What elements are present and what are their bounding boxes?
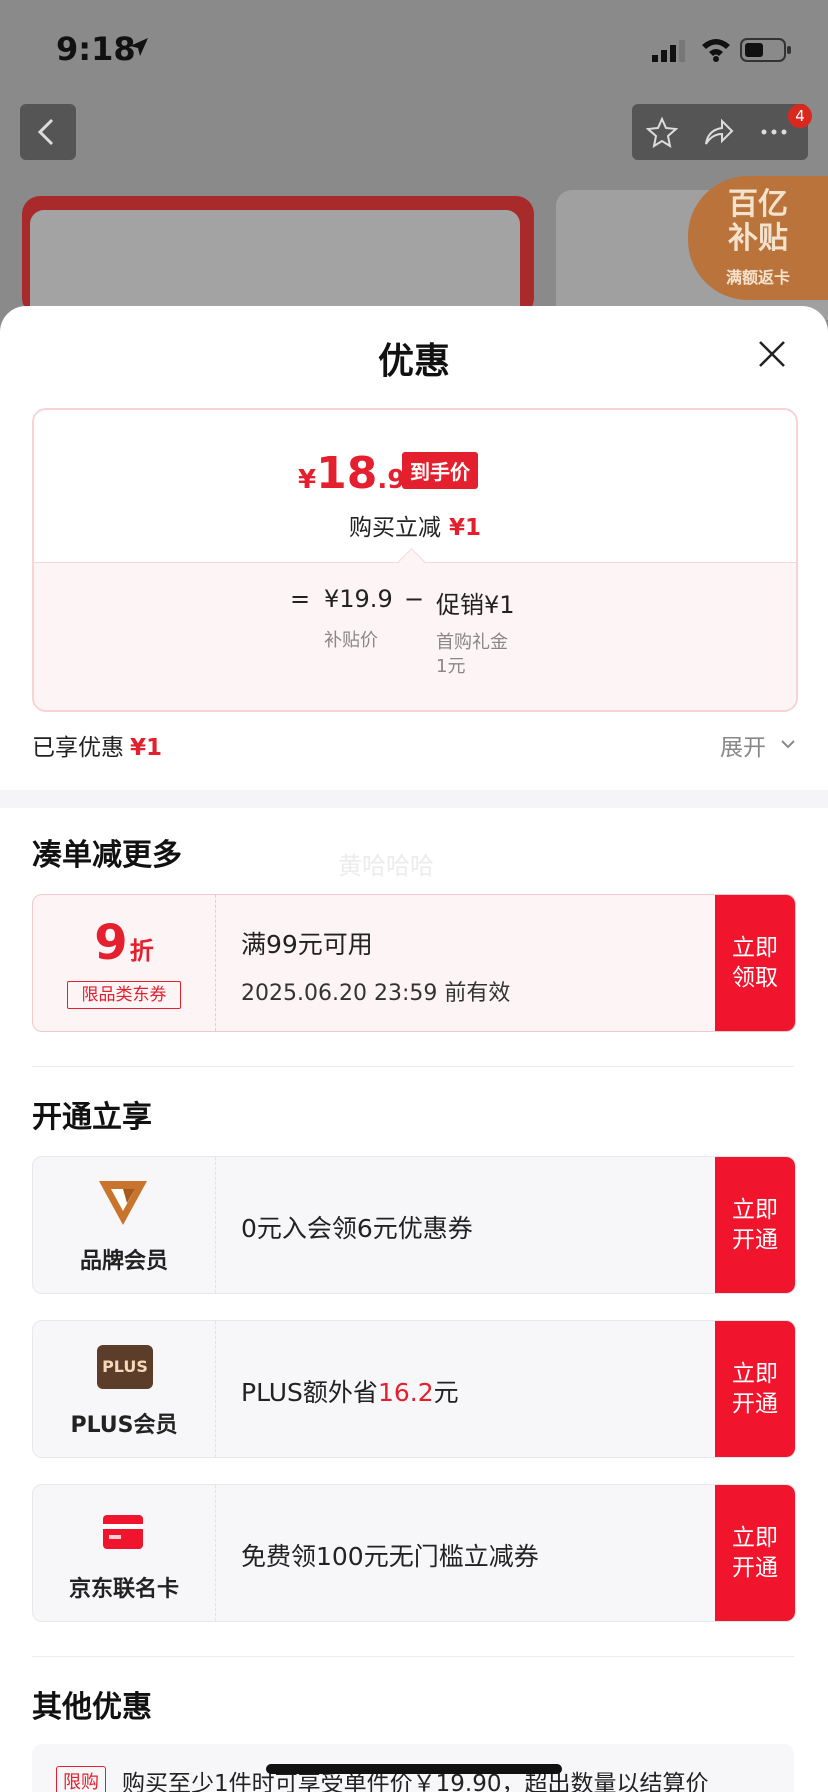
final-price-tag: 到手价 xyxy=(402,452,478,489)
coupon-condition: 满99元可用 xyxy=(241,930,373,959)
chevron-down-icon[interactable] xyxy=(780,738,796,750)
open-plus-member-button[interactable]: 立即 开通 xyxy=(715,1321,795,1457)
formula-minus: − xyxy=(404,585,425,613)
chevron-left-icon xyxy=(37,118,54,146)
status-time: 9:18 xyxy=(56,30,136,68)
formula-equals: = xyxy=(290,585,311,613)
brand-member-v-icon xyxy=(99,1181,147,1225)
open-jd-card-button[interactable]: 立即 开通 xyxy=(715,1485,795,1621)
star-icon[interactable] xyxy=(646,116,678,148)
formula-base-label: 补贴价 xyxy=(324,630,378,651)
section-title-combine: 凑单减更多 xyxy=(32,838,182,873)
status-bar: 9:18 xyxy=(0,0,828,100)
location-arrow-icon xyxy=(130,38,148,56)
formula-promo: 促销¥1 xyxy=(436,591,515,619)
jd-card-logo-area: 京东联名卡 xyxy=(33,1485,216,1621)
brand-member-logo-area: 品牌会员 xyxy=(33,1157,216,1293)
plus-member-logo-area: PLUS PLUS会员 xyxy=(33,1321,216,1457)
more-icon[interactable] xyxy=(758,116,790,148)
plus-logo-icon: PLUS xyxy=(97,1345,153,1389)
cellular-signal-icon xyxy=(652,40,685,62)
section-divider xyxy=(0,790,828,808)
section-title-other: 其他优惠 xyxy=(32,1690,152,1725)
coupon-type-tag: 限品类东券 xyxy=(67,981,181,1009)
coupon-value: 9折 限品类东券 xyxy=(33,895,216,1031)
formula-promo-amount: 1元 xyxy=(436,656,466,677)
jd-card-text: 免费领100元无门槛立减券 xyxy=(241,1542,539,1571)
divider xyxy=(32,1066,794,1067)
back-button[interactable] xyxy=(20,104,76,160)
limit-tag: 限购 xyxy=(56,1766,106,1792)
price-formula: = ¥19.9 − 促销¥1 补贴价 首购礼金 1元 xyxy=(34,562,796,710)
coupon-validity: 2025.06.20 23:59 前有效 xyxy=(241,981,511,1006)
final-price: ¥18.9 xyxy=(298,448,406,499)
sheet-title: 优惠 xyxy=(377,341,450,382)
price-breakdown-card: ¥18.9 到手价 购买立减 ¥1 = ¥19.9 − 促销¥1 补贴价 首购礼金… xyxy=(32,408,798,712)
brand-member-card: 品牌会员 0元入会领6元优惠券 立即 开通 xyxy=(32,1156,796,1294)
section-title-member: 开通立享 xyxy=(32,1100,152,1135)
coupon-card: 9折 限品类东券 满99元可用 2025.06.20 23:59 前有效 立即领… xyxy=(32,894,796,1032)
enjoyed-discount: 已享优惠 ¥1 xyxy=(32,735,163,761)
notification-badge: 4 xyxy=(788,104,812,128)
product-image xyxy=(30,210,520,320)
home-indicator xyxy=(266,1764,562,1774)
subsidy-logo: 百亿 补贴 满额返卡 xyxy=(688,176,828,300)
plus-member-card: PLUS PLUS会员 PLUS额外省16.2元 立即 开通 xyxy=(32,1320,796,1458)
divider xyxy=(32,1656,794,1657)
formula-base-price: ¥19.9 xyxy=(324,585,393,613)
discount-sheet: 优惠 ¥18.9 到手价 购买立减 ¥1 = ¥19.9 − 促销¥1 补贴价 首… xyxy=(0,306,828,1792)
share-icon[interactable] xyxy=(702,116,734,148)
plus-member-text: PLUS额外省16.2元 xyxy=(241,1378,459,1407)
reduce-line: 购买立减 ¥1 xyxy=(348,515,481,541)
plus-member-label: PLUS会员 xyxy=(70,1413,178,1438)
formula-promo-label: 首购礼金 xyxy=(436,632,508,653)
wifi-icon xyxy=(702,39,730,62)
claim-coupon-button[interactable]: 立即 领取 xyxy=(715,895,795,1031)
nav-actions xyxy=(632,104,808,160)
price-summary: ¥18.9 到手价 购买立减 ¥1 xyxy=(34,410,796,562)
open-brand-member-button[interactable]: 立即 开通 xyxy=(715,1157,795,1293)
watermark: 黄哈哈哈 xyxy=(338,852,434,880)
battery-icon xyxy=(740,38,791,62)
expand-button[interactable]: 展开 xyxy=(720,728,766,762)
coupon-discount: 9折 xyxy=(94,915,154,971)
brand-member-label: 品牌会员 xyxy=(79,1249,168,1274)
close-icon[interactable] xyxy=(756,338,788,370)
brand-member-text: 0元入会领6元优惠券 xyxy=(241,1214,473,1243)
credit-card-icon xyxy=(103,1515,143,1549)
jd-card-label: 京东联名卡 xyxy=(68,1577,179,1602)
jd-card-card: 京东联名卡 免费领100元无门槛立减券 立即 开通 xyxy=(32,1484,796,1622)
